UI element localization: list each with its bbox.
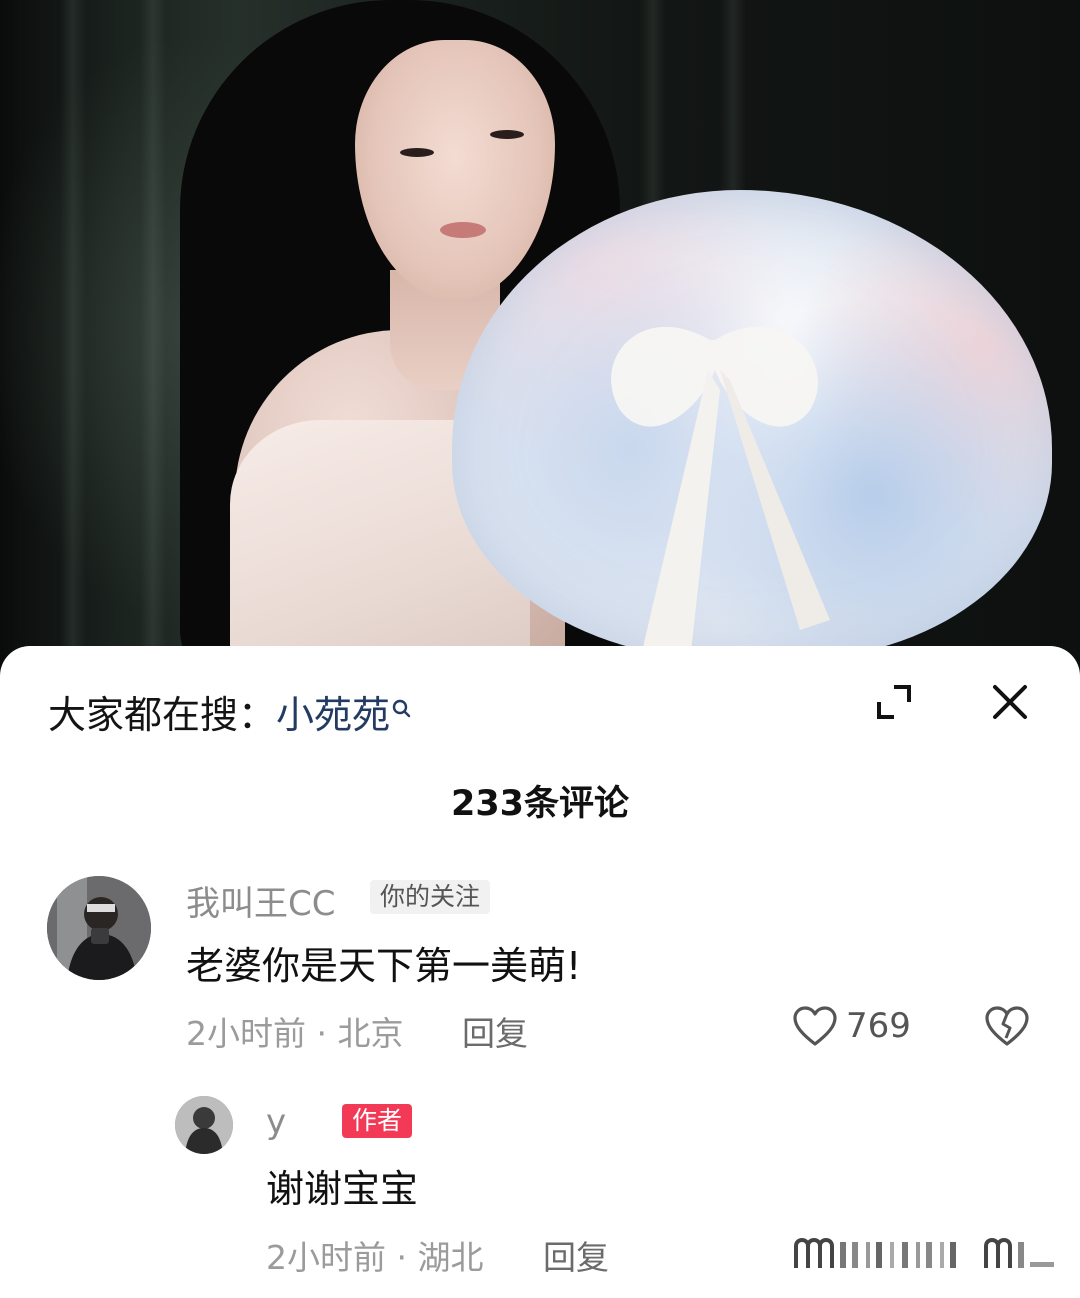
following-badge: 你的关注	[370, 880, 491, 914]
search-icon	[392, 686, 412, 730]
comment-username[interactable]: y	[266, 1102, 286, 1142]
trending-search[interactable]: 大家都在搜：小苑苑	[48, 684, 412, 739]
close-icon	[993, 685, 1027, 719]
comment-meta: 2小时前 · 北京	[186, 1014, 404, 1053]
heart-icon	[793, 1006, 837, 1046]
reply-button[interactable]: 回复	[543, 1231, 609, 1279]
trending-search-prefix: 大家都在搜：	[48, 693, 277, 737]
comment-meta: 2小时前 · 湖北	[266, 1238, 484, 1277]
curtain-fold	[140, 0, 166, 700]
broken-heart-icon	[985, 1006, 1029, 1046]
photo-eye	[400, 148, 434, 157]
trending-search-term[interactable]: 小苑苑	[276, 693, 390, 737]
cut-off-icons	[794, 1238, 1054, 1268]
comment-username[interactable]: 我叫王CC	[186, 876, 335, 925]
author-badge: 作者	[342, 1104, 413, 1138]
comment-text: 老婆你是天下第一美萌!	[186, 944, 582, 988]
cut-off-actions	[790, 1228, 1060, 1284]
expand-icon	[877, 685, 911, 719]
expand-button[interactable]	[862, 670, 926, 734]
like-count: 769	[846, 1006, 911, 1046]
reply-button[interactable]: 回复	[462, 1007, 528, 1055]
comment-count: 233条评论	[450, 784, 630, 824]
close-button[interactable]	[978, 670, 1042, 734]
dislike-button[interactable]	[984, 1004, 1030, 1052]
avatar[interactable]	[47, 876, 151, 980]
like-button[interactable]: 769	[792, 1005, 911, 1047]
avatar-image	[175, 1096, 233, 1154]
photo-eye	[490, 130, 524, 139]
avatar[interactable]	[175, 1096, 233, 1154]
comment-text: 谢谢宝宝	[266, 1167, 419, 1211]
avatar-image	[47, 876, 151, 980]
post-photo	[0, 0, 1080, 700]
photo-lips	[440, 222, 486, 238]
curtain-fold	[60, 0, 86, 700]
photo-ribbon	[611, 326, 830, 660]
